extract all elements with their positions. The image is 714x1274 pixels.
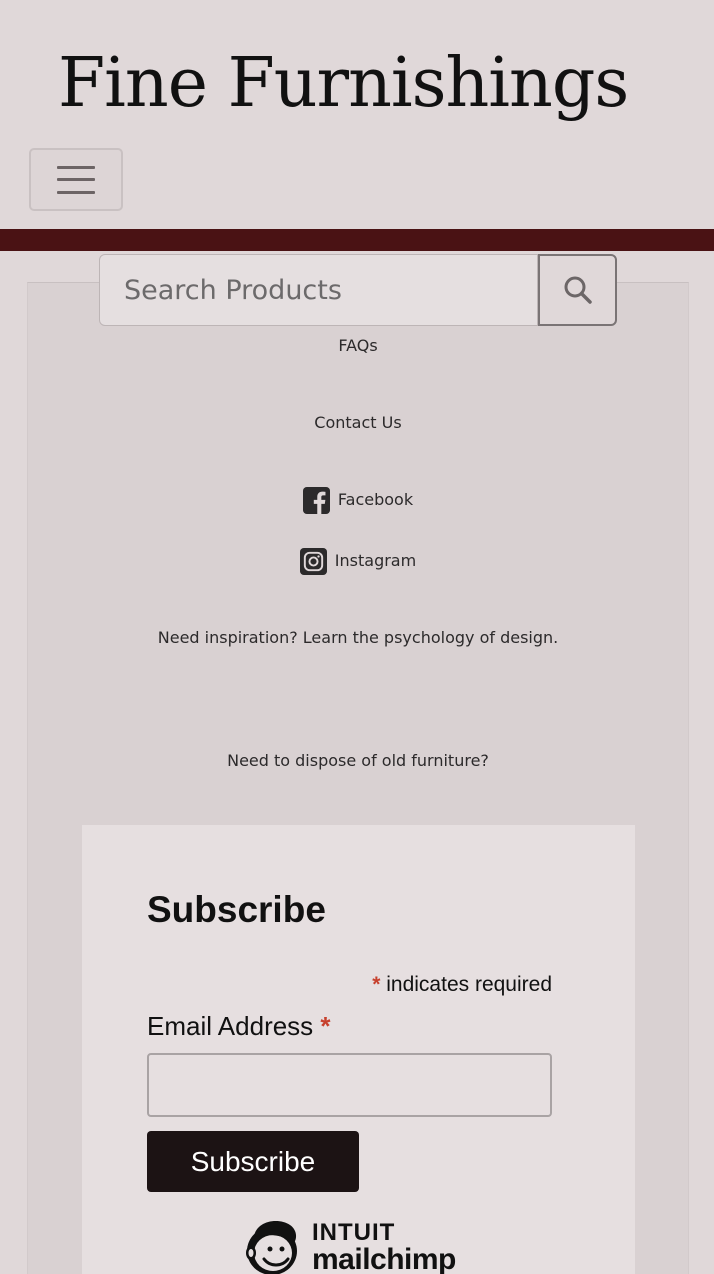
mailchimp-wordmark: INTUIT mailchimp: [312, 1215, 456, 1274]
hamburger-icon: [57, 165, 95, 194]
mailchimp-logo-line1: INTUIT: [312, 1219, 396, 1246]
instagram-icon: [299, 547, 327, 575]
mailchimp-logo-line2: mailchimp: [312, 1243, 456, 1274]
email-label: Email Address *: [147, 1011, 331, 1042]
search-form: [99, 254, 617, 326]
site-title[interactable]: Fine Furnishings: [58, 40, 629, 128]
dispose-furniture-link[interactable]: Need to dispose of old furniture?: [27, 738, 689, 784]
instagram-link-label: Instagram: [334, 551, 417, 570]
mailchimp-logo[interactable]: INTUIT mailchimp: [242, 1215, 482, 1274]
search-icon: [564, 276, 592, 304]
instagram-link[interactable]: Instagram: [27, 538, 689, 584]
email-required-marker: *: [320, 1011, 331, 1041]
email-field[interactable]: [147, 1053, 552, 1117]
facebook-link[interactable]: Facebook: [27, 477, 689, 523]
contact-us-link[interactable]: Contact Us: [27, 400, 689, 446]
required-note-text: indicates required: [386, 973, 552, 996]
faqs-link[interactable]: FAQs: [27, 323, 689, 369]
inspiration-link[interactable]: Need inspiration? Learn the psychology o…: [85, 615, 631, 661]
required-note: * indicates required: [372, 973, 552, 997]
site-header: Fine Furnishings: [0, 0, 714, 229]
mailchimp-freddie-icon: [246, 1221, 297, 1274]
menu-toggle-button[interactable]: [29, 148, 123, 211]
search-button[interactable]: [538, 254, 617, 326]
search-input[interactable]: [99, 254, 538, 326]
subscribe-button[interactable]: Subscribe: [147, 1131, 359, 1192]
subscribe-form-card: Subscribe * indicates required Email Add…: [82, 825, 635, 1274]
brand-divider-bar: [0, 229, 714, 251]
facebook-link-label: Facebook: [337, 490, 414, 509]
email-label-text: Email Address: [147, 1011, 314, 1041]
facebook-icon: [302, 486, 330, 514]
subscribe-heading: Subscribe: [147, 889, 326, 930]
required-asterisk: *: [372, 973, 381, 996]
